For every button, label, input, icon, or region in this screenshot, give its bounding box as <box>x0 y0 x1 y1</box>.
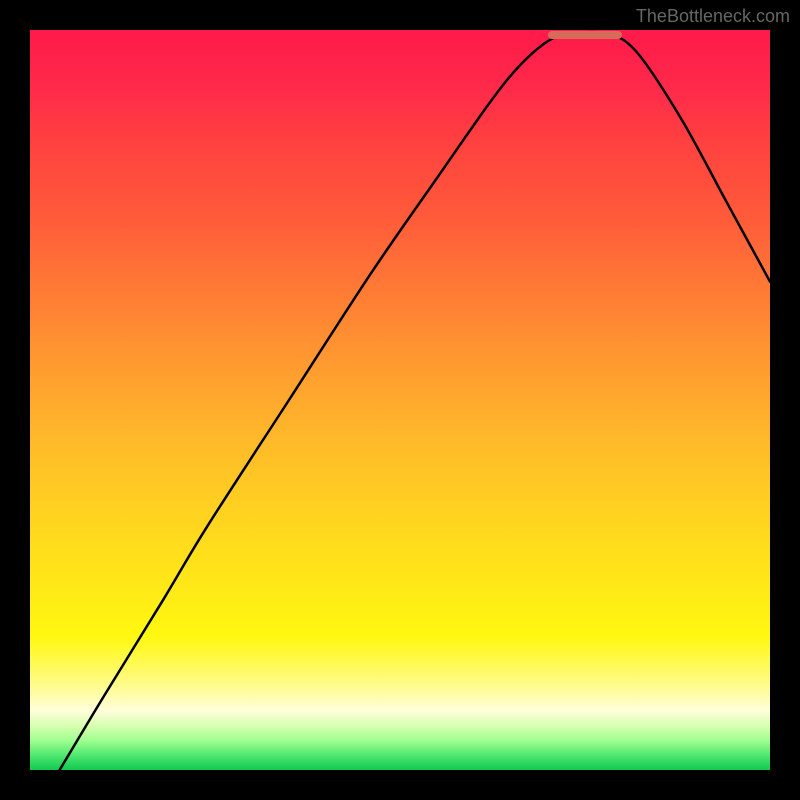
chart-curve-svg <box>30 30 770 770</box>
bottleneck-curve <box>60 32 770 770</box>
watermark-text: TheBottleneck.com <box>636 6 790 27</box>
chart-plot-area <box>30 30 770 770</box>
optimal-range-marker <box>548 31 622 39</box>
